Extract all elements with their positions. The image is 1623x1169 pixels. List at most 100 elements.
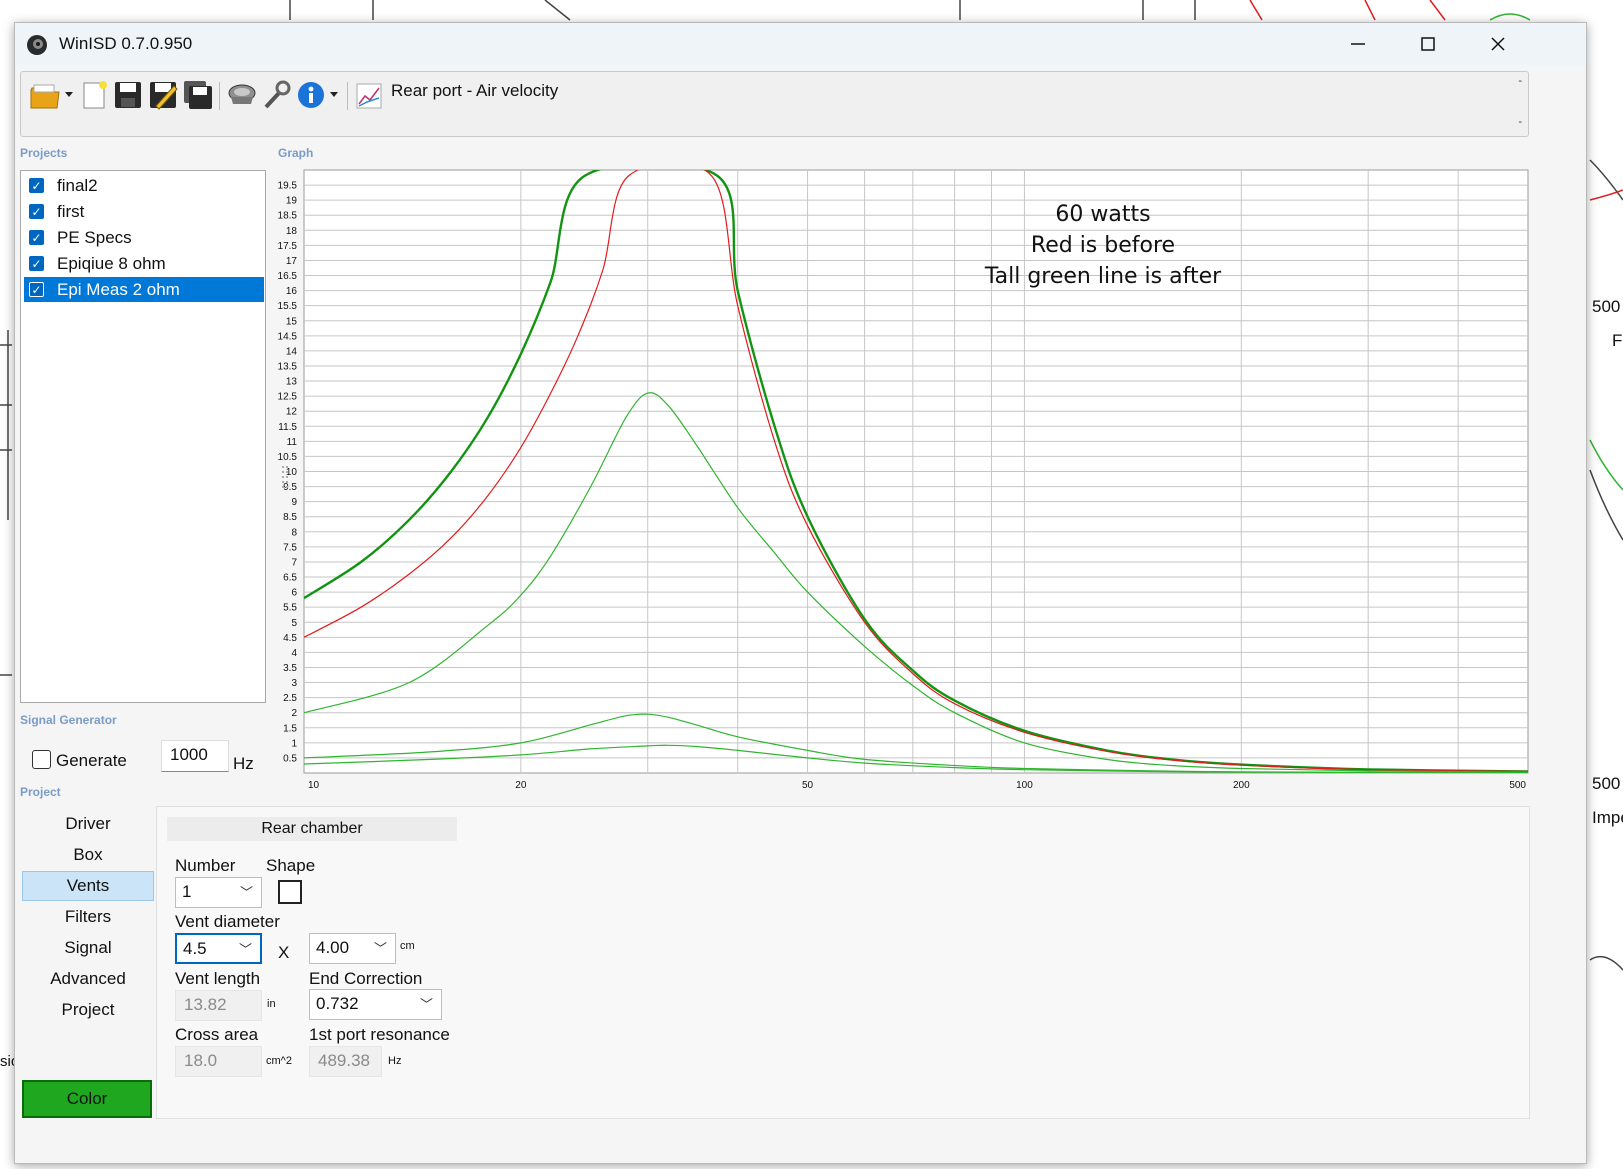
checkbox-checked-icon[interactable]: ✓: [29, 282, 44, 297]
second-dimension-value: 4.00: [316, 938, 350, 957]
toolbar-expand-bottom[interactable]: -: [1518, 116, 1522, 128]
y-tick-label: 4.5: [283, 633, 297, 644]
splitter-grip: [282, 481, 284, 483]
y-tick-label: 3.5: [283, 663, 297, 674]
cross-area-field: 18.0: [175, 1046, 262, 1077]
nav-driver[interactable]: Driver: [22, 809, 154, 839]
checkbox-checked-icon[interactable]: ✓: [29, 204, 44, 219]
projects-label: Projects: [20, 146, 68, 160]
checkbox-checked-icon[interactable]: ✓: [29, 256, 44, 271]
project-item[interactable]: ✓ first: [24, 199, 264, 224]
chevron-down-icon: ﹀: [238, 942, 252, 957]
chevron-down-icon: ﹀: [419, 997, 433, 1012]
end-correction-select[interactable]: 0.732 ﹀: [309, 989, 442, 1020]
y-tick-label: 3: [291, 678, 297, 689]
toolbar-expand-top[interactable]: -: [1518, 75, 1522, 87]
nav-vents[interactable]: Vents: [22, 871, 154, 901]
x-tick-label: 50: [802, 780, 814, 791]
y-tick-label: 5.5: [283, 603, 297, 614]
color-button[interactable]: Color: [22, 1080, 152, 1118]
open-folder-icon[interactable]: [29, 80, 75, 110]
y-tick-label: 19: [286, 196, 298, 207]
nav-box[interactable]: Box: [22, 840, 154, 870]
toolbar: Rear port - Air velocity - -: [20, 71, 1529, 137]
save-all-icon[interactable]: [183, 80, 213, 110]
y-tick-label: 17.5: [278, 241, 298, 252]
graph-label: Graph: [278, 146, 314, 160]
y-tick-label: 13: [286, 377, 298, 388]
y-tick-label: 2: [291, 708, 297, 719]
number-label: Number: [175, 856, 236, 875]
project-name: PE Specs: [57, 227, 132, 247]
second-dimension-unit: cm: [400, 940, 415, 952]
frequency-unit: Hz: [233, 754, 254, 773]
project-item[interactable]: ✓ PE Specs: [24, 225, 264, 250]
y-tick-label: 12: [286, 407, 298, 418]
splitter-grip: [282, 486, 284, 488]
rear-chamber-header: Rear chamber: [167, 817, 457, 841]
project-name: Epiqiue 8 ohm: [57, 253, 166, 273]
project-name: first: [57, 201, 85, 221]
driver-icon[interactable]: [227, 80, 257, 110]
shape-label: Shape: [266, 856, 316, 875]
new-project-icon[interactable]: [79, 80, 109, 110]
graph-selector[interactable]: Rear port - Air velocity: [391, 81, 558, 101]
y-tick-label: 8: [291, 527, 297, 538]
save-icon[interactable]: [113, 80, 143, 110]
info-icon[interactable]: [297, 80, 343, 110]
vent-length-label: Vent length: [175, 969, 261, 988]
y-tick-label: 14.5: [278, 331, 298, 342]
title-bar[interactable]: WinISD 0.7.0.950: [15, 23, 1586, 65]
wrench-icon[interactable]: [262, 80, 292, 110]
frequency-input[interactable]: 1000: [161, 740, 229, 772]
y-tick-label: 5: [291, 618, 297, 629]
y-tick-label: 8.5: [283, 512, 297, 523]
save-as-icon[interactable]: [148, 80, 178, 110]
close-button[interactable]: [1463, 23, 1533, 65]
project-item[interactable]: ✓ final2: [24, 173, 264, 198]
y-tick-label: 16: [286, 286, 298, 297]
y-tick-label: 10.5: [278, 452, 298, 463]
y-tick-label: 11: [287, 437, 298, 448]
close-icon: [1491, 37, 1505, 51]
nav-project[interactable]: Project: [22, 995, 154, 1025]
svg-text:F: F: [1612, 331, 1622, 350]
shape-selector[interactable]: [278, 880, 302, 904]
project-item[interactable]: ✓ Epiqiue 8 ohm: [24, 251, 264, 276]
project-name: final2: [57, 175, 98, 195]
vent-diameter-select[interactable]: 4.5 ﹀: [175, 933, 262, 964]
project-name: Epi Meas 2 ohm: [57, 279, 180, 299]
air-velocity-chart[interactable]: 0.511.522.533.544.555.566.577.588.599.51…: [273, 168, 1533, 798]
x-tick-label: 500: [1509, 780, 1526, 791]
graph-type-icon[interactable]: [355, 82, 383, 110]
nav-filters[interactable]: Filters: [22, 902, 154, 932]
chevron-down-icon: ﹀: [239, 885, 253, 900]
project-item-selected[interactable]: ✓ Epi Meas 2 ohm: [24, 277, 264, 302]
y-tick-label: 7: [291, 557, 297, 568]
port-resonance-label: 1st port resonance: [309, 1025, 450, 1044]
svg-text:500: 500: [1592, 774, 1620, 793]
nav-signal[interactable]: Signal: [22, 933, 154, 963]
checkbox-checked-icon[interactable]: ✓: [29, 230, 44, 245]
number-select[interactable]: 1 ﹀: [175, 877, 262, 908]
generate-checkbox[interactable]: [32, 750, 51, 769]
nav-advanced[interactable]: Advanced: [22, 964, 154, 994]
y-tick-label: 13.5: [278, 361, 298, 372]
splitter-grip: [286, 481, 288, 483]
window-title: WinISD 0.7.0.950: [59, 34, 193, 53]
y-tick-label: 18: [286, 226, 298, 237]
checkbox-checked-icon[interactable]: ✓: [29, 178, 44, 193]
y-tick-label: 16.5: [278, 271, 298, 282]
maximize-button[interactable]: [1393, 23, 1463, 65]
toolbar-separator: [347, 82, 348, 110]
end-correction-label: End Correction: [309, 969, 423, 988]
y-tick-label: 2.5: [283, 693, 297, 704]
splitter-grip: [286, 466, 288, 468]
vent-length-field: 13.82: [175, 990, 262, 1021]
y-tick-label: 9.5: [283, 482, 297, 493]
minimize-icon: [1351, 43, 1365, 45]
splitter-grip: [282, 476, 284, 478]
minimize-button[interactable]: [1323, 23, 1393, 65]
second-dimension-select[interactable]: 4.00 ﹀: [309, 933, 396, 964]
splitter-grip: [282, 466, 284, 468]
